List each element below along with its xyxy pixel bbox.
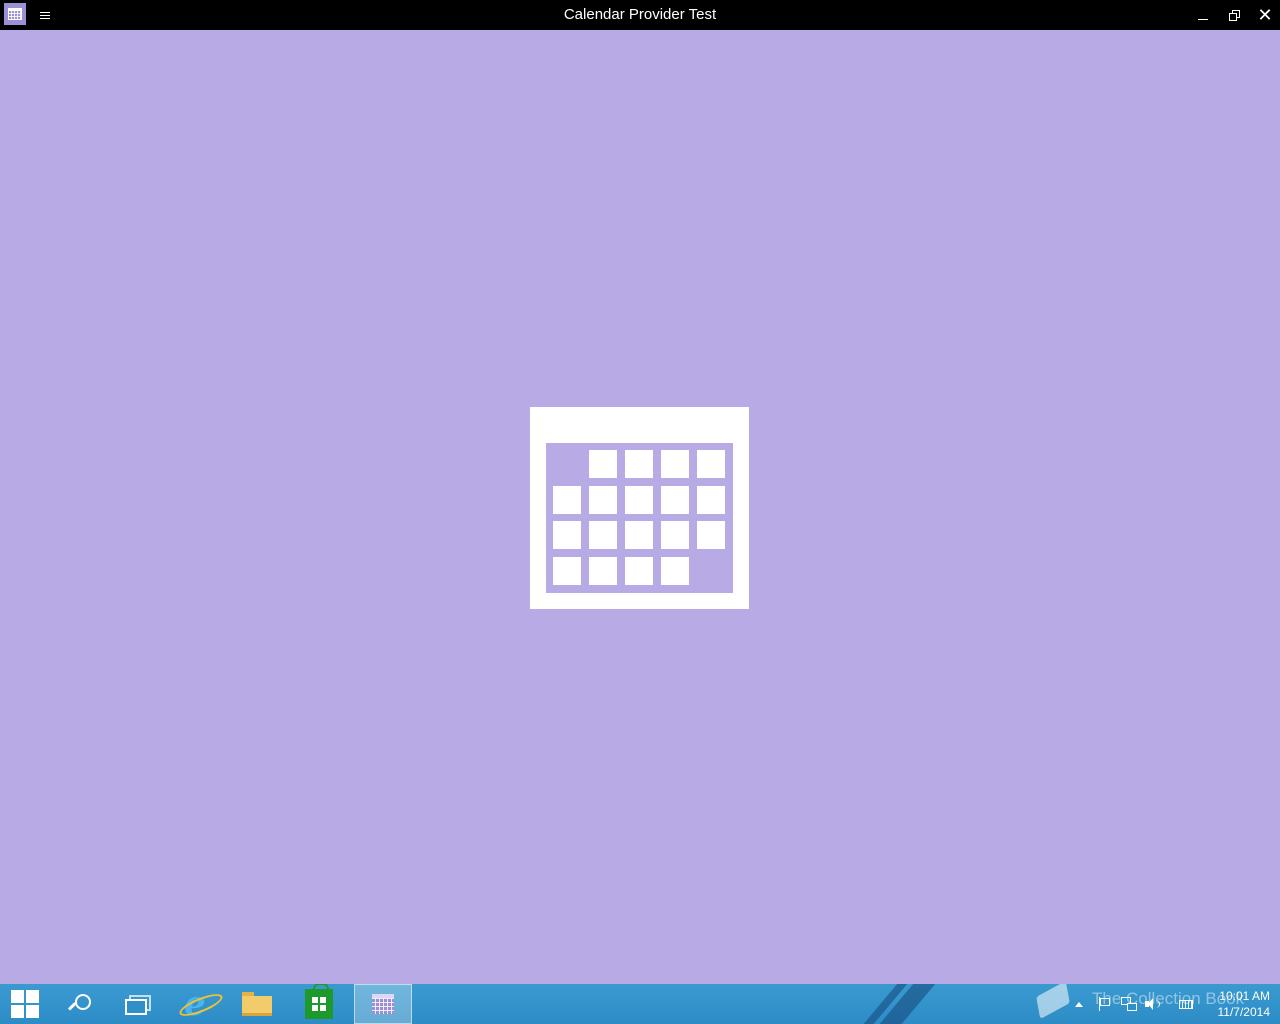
title-bar: Calendar Provider Test ✕ — [0, 0, 1280, 30]
show-hidden-icons-icon — [1075, 1001, 1083, 1007]
calendar-day-cell — [589, 450, 617, 478]
internet-explorer-icon: e — [184, 984, 206, 1024]
search-button[interactable] — [50, 984, 108, 1024]
minimize-icon — [1198, 18, 1208, 20]
minimize-button[interactable] — [1187, 0, 1219, 30]
system-clock[interactable]: 10:01 AM 11/7/2014 — [1200, 988, 1271, 1020]
calendar-day-cell — [589, 486, 617, 514]
hamburger-menu-icon[interactable] — [34, 6, 56, 24]
task-view-icon — [125, 995, 151, 1015]
action-center-flag-icon — [1098, 997, 1110, 1011]
calendar-icon[interactable] — [4, 3, 26, 25]
calendar-day-cell — [661, 486, 689, 514]
task-view-button[interactable] — [108, 984, 166, 1024]
volume-button[interactable] — [1144, 984, 1162, 1024]
calendar-day-cell — [697, 450, 725, 478]
clock-time: 10:01 AM — [1219, 989, 1270, 1003]
action-center-button[interactable] — [1096, 984, 1112, 1024]
start-button[interactable] — [0, 984, 50, 1024]
calendar-glyph — [8, 8, 22, 20]
store-icon — [305, 984, 333, 1019]
taskbar: e The Collection Book 10:01 AM 11/7/2014 — [0, 984, 1280, 1024]
internet-explorer-button[interactable]: e — [166, 984, 224, 1024]
calendar-day-cell — [553, 486, 581, 514]
calendar-day-cell — [625, 450, 653, 478]
clock-date: 11/7/2014 — [1217, 1005, 1271, 1019]
calendar-day-cell — [697, 486, 725, 514]
touch-keyboard-icon — [1179, 999, 1193, 1009]
file-explorer-button[interactable] — [228, 984, 286, 1024]
window-title: Calendar Provider Test — [563, 6, 717, 23]
calendar-icon — [372, 994, 394, 1014]
search-icon — [67, 993, 91, 1015]
calendar-day-cell — [625, 557, 653, 585]
calendar-day-cell — [697, 521, 725, 549]
calendar-provider-test-taskbar-button[interactable] — [354, 984, 412, 1024]
close-icon: ✕ — [1257, 5, 1273, 25]
calendar-day-cell — [661, 450, 689, 478]
network-icon — [1121, 997, 1137, 1011]
calendar-day-cell — [589, 521, 617, 549]
windows-logo-icon — [11, 990, 39, 1018]
calendar-day-cell — [661, 557, 689, 585]
volume-icon — [1145, 997, 1161, 1011]
calendar-day-cell — [625, 486, 653, 514]
restore-icon — [1229, 10, 1240, 21]
network-button[interactable] — [1120, 984, 1138, 1024]
calendar-day-cell — [553, 557, 581, 585]
calendar-day-cell — [553, 521, 581, 549]
folder-icon — [242, 992, 272, 1016]
store-button[interactable] — [290, 984, 348, 1024]
touch-keyboard-button[interactable] — [1176, 984, 1196, 1024]
restore-button[interactable] — [1218, 0, 1250, 30]
calendar-day-cell — [661, 521, 689, 549]
close-button[interactable]: ✕ — [1249, 0, 1280, 30]
calendar-day-cell — [625, 521, 653, 549]
calendar-grid — [546, 443, 733, 593]
show-hidden-icons-button[interactable] — [1072, 984, 1086, 1024]
calendar-day-cell — [589, 557, 617, 585]
splash-calendar-icon — [530, 407, 749, 609]
